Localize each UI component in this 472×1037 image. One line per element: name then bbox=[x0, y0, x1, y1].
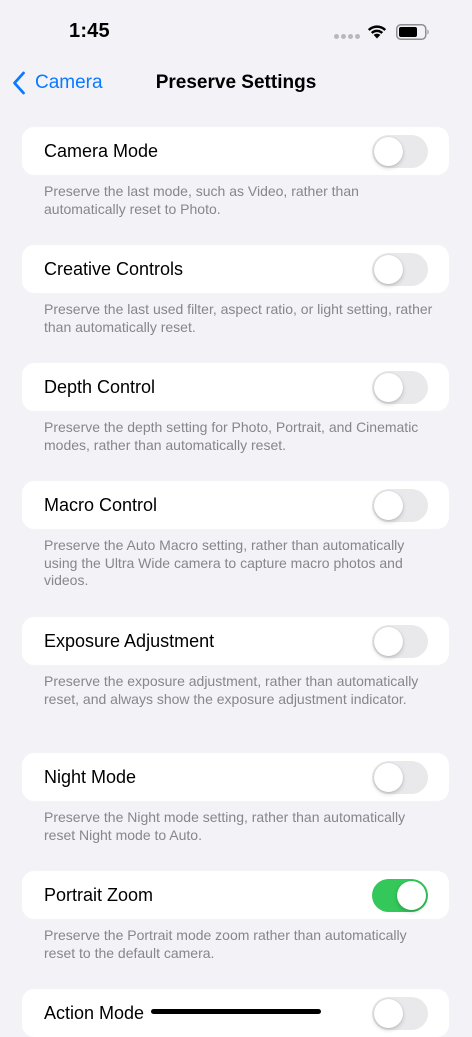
page-title: Preserve Settings bbox=[155, 72, 317, 93]
depth-control-toggle[interactable] bbox=[372, 371, 428, 404]
navigation-bar: Camera Preserve Settings bbox=[0, 60, 472, 106]
toggle-knob bbox=[374, 255, 403, 284]
action-mode-toggle[interactable] bbox=[372, 997, 428, 1030]
toggle-knob bbox=[374, 491, 403, 520]
setting-label: Depth Control bbox=[44, 377, 156, 397]
setting-description: Preserve the Auto Macro setting, rather … bbox=[44, 537, 405, 588]
creative-controls-toggle[interactable] bbox=[372, 253, 428, 286]
setting-group-night-mode: Night Mode Preserve the Night mode setti… bbox=[22, 753, 449, 844]
setting-group-exposure-adjustment: Exposure Adjustment Preserve the exposur… bbox=[22, 617, 449, 708]
home-indicator[interactable] bbox=[151, 1009, 321, 1014]
night-mode-toggle[interactable] bbox=[372, 761, 428, 794]
setting-description: Preserve the last mode, such as Video, r… bbox=[44, 183, 359, 217]
setting-row-creative-controls: Creative Controls bbox=[22, 245, 449, 293]
exposure-adjustment-toggle[interactable] bbox=[372, 625, 428, 658]
setting-group-camera-mode: Camera Mode Preserve the last mode, such… bbox=[22, 127, 449, 218]
setting-row-camera-mode: Camera Mode bbox=[22, 127, 449, 175]
setting-description: Preserve the exposure adjustment, rather… bbox=[44, 673, 419, 707]
battery-icon bbox=[396, 24, 429, 40]
toggle-knob bbox=[374, 137, 403, 166]
toggle-knob bbox=[374, 627, 403, 656]
setting-label: Action Mode bbox=[44, 1003, 145, 1023]
portrait-zoom-toggle[interactable] bbox=[372, 879, 428, 912]
setting-description: Preserve the Portrait mode zoom rather t… bbox=[44, 927, 407, 961]
setting-label: Night Mode bbox=[44, 767, 137, 787]
setting-group-macro-control: Macro Control Preserve the Auto Macro se… bbox=[22, 481, 449, 590]
macro-control-toggle[interactable] bbox=[372, 489, 428, 522]
setting-row-exposure-adjustment: Exposure Adjustment bbox=[22, 617, 449, 665]
setting-description: Preserve the depth setting for Photo, Po… bbox=[44, 419, 419, 453]
setting-row-depth-control: Depth Control bbox=[22, 363, 449, 411]
toggle-knob bbox=[397, 881, 426, 910]
setting-group-depth-control: Depth Control Preserve the depth setting… bbox=[22, 363, 449, 454]
status-bar: 1:45 bbox=[0, 0, 472, 60]
setting-row-portrait-zoom: Portrait Zoom bbox=[22, 871, 449, 919]
setting-label: Exposure Adjustment bbox=[44, 631, 215, 651]
setting-label: Portrait Zoom bbox=[44, 885, 154, 905]
setting-group-portrait-zoom: Portrait Zoom Preserve the Portrait mode… bbox=[22, 871, 449, 962]
toggle-knob bbox=[374, 763, 403, 792]
setting-label: Camera Mode bbox=[44, 141, 159, 161]
status-time: 1:45 bbox=[69, 20, 110, 42]
wifi-icon bbox=[367, 25, 387, 39]
setting-label: Macro Control bbox=[44, 495, 158, 515]
setting-row-night-mode: Night Mode bbox=[22, 753, 449, 801]
setting-group-creative-controls: Creative Controls Preserve the last used… bbox=[22, 245, 449, 336]
setting-label: Creative Controls bbox=[44, 259, 184, 279]
setting-row-macro-control: Macro Control bbox=[22, 481, 449, 529]
setting-description: Preserve the Night mode setting, rather … bbox=[44, 809, 406, 843]
camera-mode-toggle[interactable] bbox=[372, 135, 428, 168]
cellular-dots-icon bbox=[334, 34, 360, 40]
setting-description: Preserve the last used filter, aspect ra… bbox=[44, 301, 433, 335]
toggle-knob bbox=[374, 373, 403, 402]
